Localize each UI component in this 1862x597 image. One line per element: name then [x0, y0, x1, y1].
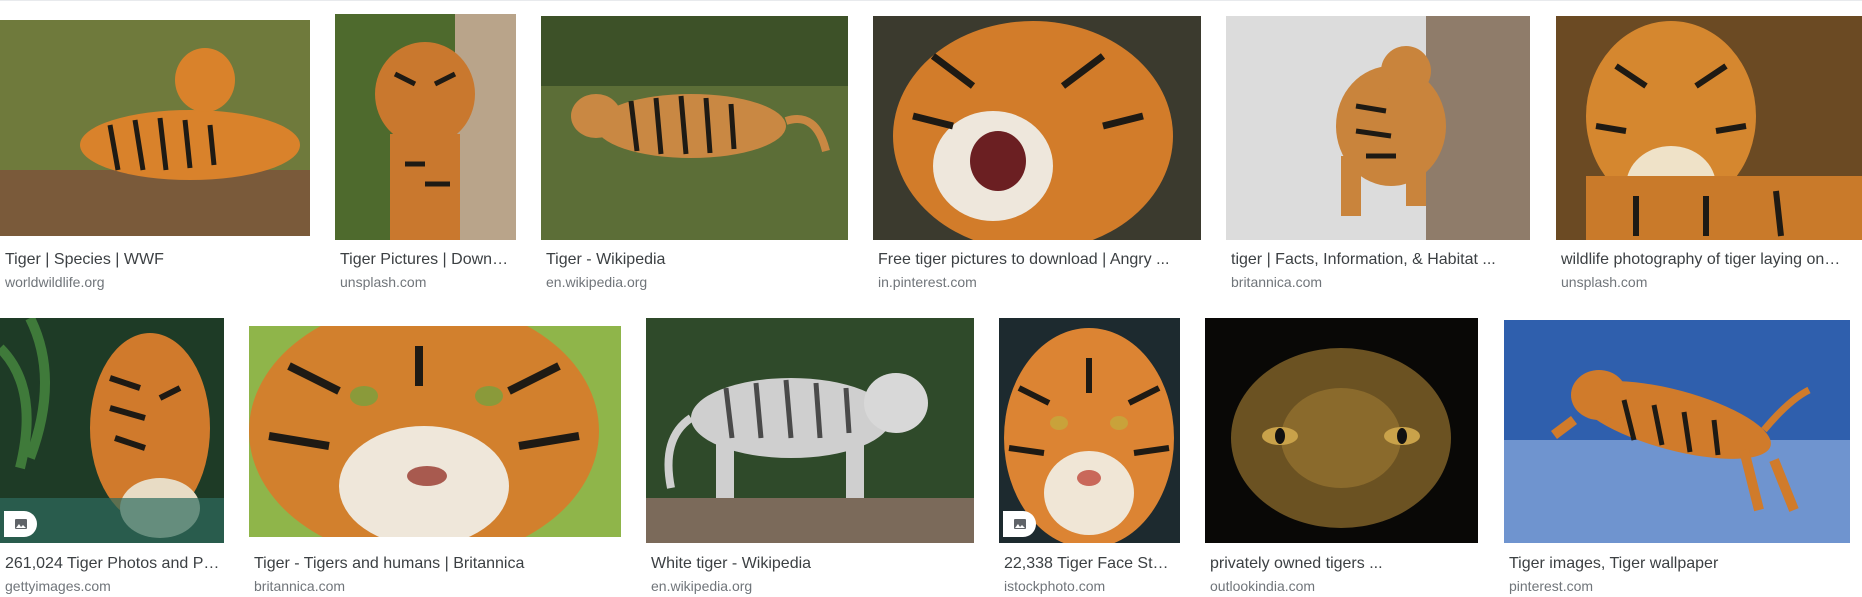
image-icon	[1013, 519, 1026, 529]
result-source[interactable]: britannica.com	[1231, 273, 1322, 291]
result-source[interactable]: unsplash.com	[1561, 273, 1647, 291]
image-icon	[14, 519, 27, 529]
result-title[interactable]: Tiger Pictures | Downlo...	[340, 250, 510, 270]
result-title[interactable]: Tiger - Wikipedia	[546, 250, 846, 270]
image-result-4[interactable]: Free tiger pictures to download | Angry …	[873, 14, 1202, 304]
result-thumbnail[interactable]	[873, 16, 1201, 240]
image-result-11[interactable]: privately owned tigers ... outlookindia.…	[1205, 318, 1479, 597]
image-source-badge[interactable]	[1003, 511, 1036, 537]
result-thumbnail[interactable]	[646, 318, 974, 543]
result-title[interactable]: privately owned tigers ...	[1210, 554, 1475, 574]
result-source[interactable]: worldwildlife.org	[5, 273, 105, 291]
header-divider	[0, 0, 1862, 1]
result-title[interactable]: Free tiger pictures to download | Angry …	[878, 250, 1198, 270]
result-thumbnail[interactable]	[1504, 320, 1850, 543]
result-title[interactable]: 261,024 Tiger Photos and Pre...	[5, 554, 220, 574]
result-thumbnail[interactable]	[999, 318, 1180, 543]
image-result-2[interactable]: Tiger Pictures | Downlo... unsplash.com	[335, 14, 516, 304]
result-title[interactable]: White tiger - Wikipedia	[651, 554, 971, 574]
result-thumbnail[interactable]	[335, 14, 516, 240]
result-title[interactable]: Tiger - Tigers and humans | Britannica	[254, 554, 614, 574]
image-result-6[interactable]: wildlife photography of tiger laying on …	[1556, 14, 1862, 304]
result-thumbnail[interactable]	[0, 318, 224, 543]
result-source[interactable]: unsplash.com	[340, 273, 426, 291]
result-source[interactable]: istockphoto.com	[1004, 577, 1105, 595]
image-result-3[interactable]: Tiger - Wikipedia en.wikipedia.org	[541, 14, 848, 304]
result-source[interactable]: en.wikipedia.org	[546, 273, 647, 291]
result-thumbnail[interactable]	[1226, 16, 1530, 240]
result-title[interactable]: Tiger images, Tiger wallpaper	[1509, 554, 1844, 574]
result-source[interactable]: en.wikipedia.org	[651, 577, 752, 595]
result-source[interactable]: pinterest.com	[1509, 577, 1593, 595]
image-result-10[interactable]: 22,338 Tiger Face Stoc... istockphoto.co…	[999, 318, 1180, 597]
result-thumbnail[interactable]	[1556, 16, 1862, 240]
image-result-8[interactable]: Tiger - Tigers and humans | Britannica b…	[249, 318, 621, 597]
result-source[interactable]: gettyimages.com	[5, 577, 111, 595]
result-thumbnail[interactable]	[541, 16, 848, 240]
result-thumbnail[interactable]	[249, 326, 621, 537]
result-title[interactable]: 22,338 Tiger Face Stoc...	[1004, 554, 1176, 574]
result-title[interactable]: tiger | Facts, Information, & Habitat ..…	[1231, 250, 1529, 270]
result-title[interactable]: Tiger | Species | WWF	[5, 250, 305, 270]
image-result-7[interactable]: 261,024 Tiger Photos and Pre... gettyima…	[0, 318, 224, 597]
result-title[interactable]: wildlife photography of tiger laying on …	[1561, 250, 1841, 270]
image-result-5[interactable]: tiger | Facts, Information, & Habitat ..…	[1226, 14, 1531, 304]
result-thumbnail[interactable]	[0, 20, 310, 236]
result-source[interactable]: britannica.com	[254, 577, 345, 595]
image-source-badge[interactable]	[4, 511, 37, 537]
result-source[interactable]: outlookindia.com	[1210, 577, 1315, 595]
result-source[interactable]: in.pinterest.com	[878, 273, 977, 291]
image-result-12[interactable]: Tiger images, Tiger wallpaper pinterest.…	[1504, 318, 1851, 597]
result-thumbnail[interactable]	[1205, 318, 1478, 543]
image-result-1[interactable]: Tiger | Species | WWF worldwildlife.org	[0, 14, 311, 304]
image-result-9[interactable]: White tiger - Wikipedia en.wikipedia.org	[646, 318, 974, 597]
